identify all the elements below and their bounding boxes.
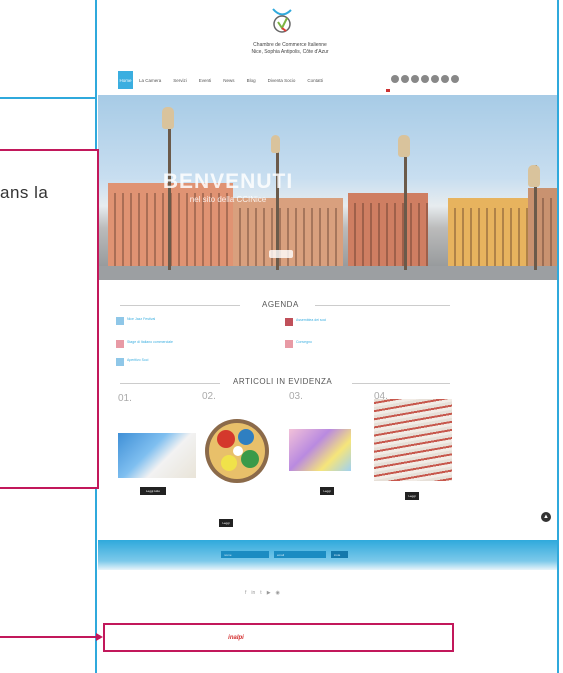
hero-statue (528, 165, 540, 187)
main-nav: Home La Camera Servizi Eventi News Blog … (118, 71, 329, 89)
newsletter-band (98, 540, 557, 570)
article-image-art[interactable] (289, 429, 351, 471)
italian-flag-icon[interactable] (386, 89, 390, 92)
divider (352, 383, 450, 384)
hero-subtitle: nel sito della CCINice (189, 195, 267, 204)
newsletter-name-input[interactable]: nome (221, 551, 269, 558)
nav-item-news[interactable]: News (217, 71, 240, 89)
agenda-item[interactable]: Convegno (285, 340, 416, 348)
hero-building (348, 193, 428, 268)
rss-icon[interactable] (441, 75, 449, 83)
sponsor-logo[interactable] (372, 630, 394, 645)
sponsor-logo[interactable] (138, 630, 160, 645)
scroll-top-icon[interactable]: ▲ (541, 512, 551, 522)
agenda-item-title[interactable]: Aperitivo Soci (127, 358, 247, 366)
article-image-magazines[interactable] (374, 399, 452, 481)
hero-pole (404, 142, 407, 270)
divider (120, 383, 220, 384)
article-read-button[interactable]: Leggi (219, 519, 233, 527)
org-line-2: Nice, Sophia Antipolis, Côte d'Azur (251, 48, 329, 55)
facebook-icon[interactable]: f (245, 591, 246, 596)
agenda-title: AGENDA (262, 300, 299, 309)
sponsor-logo[interactable] (346, 630, 370, 645)
nav-item-home[interactable]: Home (118, 71, 133, 89)
article-read-button[interactable]: Leggi tutto (140, 487, 166, 495)
nav-item-diventa-socio[interactable]: Diventa Socio (262, 71, 302, 89)
hero-building (528, 188, 557, 268)
agenda-item-title[interactable]: Nice Jazz Festival (127, 317, 247, 325)
divider (120, 305, 240, 306)
hero-statue (162, 107, 174, 129)
highlight-arrow-line (0, 636, 100, 638)
article-image-palette[interactable] (204, 401, 270, 501)
calendar-icon (116, 340, 124, 348)
sponsor-logo[interactable] (268, 630, 300, 645)
article-read-button[interactable]: Leggi (405, 492, 419, 500)
articles-title: ARTICOLI IN EVIDENZA (233, 377, 333, 386)
newsletter-email-input[interactable]: email (274, 551, 326, 558)
footer-social: f in t ▶ ◉ (245, 591, 280, 596)
twitter-icon[interactable] (401, 75, 409, 83)
divider (315, 305, 450, 306)
sponsor-logo[interactable] (197, 630, 215, 645)
hero-statue (398, 135, 410, 157)
agenda-item[interactable]: Aperitivo Soci (116, 358, 247, 366)
nav-item-contatti[interactable]: Contatti (301, 71, 329, 89)
linkedin-icon[interactable]: in (251, 591, 255, 596)
youtube-icon[interactable]: ▶ (267, 591, 271, 596)
agenda-item[interactable]: Nice Jazz Festival (116, 317, 247, 325)
article-number: 01. (118, 393, 132, 404)
sponsor-logo[interactable] (426, 630, 446, 645)
mail-icon[interactable] (451, 75, 459, 83)
slider-controls[interactable] (269, 250, 293, 258)
overlay-text: ans la (0, 183, 49, 202)
social-links-top (391, 75, 459, 83)
hero-title: BENVENUTI (162, 170, 294, 193)
newsletter-submit-button[interactable]: invia (331, 551, 348, 558)
nav-item-eventi[interactable]: Eventi (193, 71, 218, 89)
flickr-icon[interactable] (431, 75, 439, 83)
sponsor-logo[interactable] (170, 630, 190, 645)
organization-name: Chambre de Commerce Italienne Nice, Soph… (230, 42, 350, 55)
sponsor-logo[interactable]: inalpi (224, 630, 248, 645)
page-screenshot: Chambre de Commerce Italienne Nice, Soph… (0, 0, 563, 673)
rss-icon[interactable]: ◉ (276, 591, 280, 596)
agenda-item-title[interactable]: Assemblea dei soci (296, 318, 416, 326)
nav-item-la-camera[interactable]: La Camera (133, 71, 167, 89)
sponsor-logo[interactable] (252, 630, 266, 645)
facebook-icon[interactable] (391, 75, 399, 83)
article-image-building[interactable] (118, 433, 196, 478)
sponsor-logo[interactable] (310, 630, 332, 645)
calendar-icon (116, 358, 124, 366)
article-read-button[interactable]: Leggi (320, 487, 334, 495)
nav-item-servizi[interactable]: Servizi (167, 71, 193, 89)
hero-building (448, 198, 528, 268)
agenda-item[interactable]: Assemblea dei soci (285, 318, 416, 326)
hero-square (98, 266, 557, 280)
agenda-item[interactable]: Stage di Italiano commerciale (116, 340, 247, 348)
youtube-icon[interactable] (421, 75, 429, 83)
calendar-icon (116, 317, 124, 325)
hero-statue (271, 135, 280, 153)
calendar-icon (285, 340, 293, 348)
agenda-item-title[interactable]: Convegno (296, 340, 416, 348)
sponsor-logo[interactable] (112, 630, 132, 645)
twitter-icon[interactable]: t (260, 591, 261, 596)
chamber-logo-icon[interactable] (269, 6, 295, 36)
sponsor-logo[interactable] (402, 630, 416, 645)
nav-item-blog[interactable]: Blog (241, 71, 262, 89)
agenda-item-title[interactable]: Stage di Italiano commerciale (127, 340, 247, 348)
calendar-icon (285, 318, 293, 326)
highlight-arrow-head-icon (96, 633, 103, 641)
linkedin-icon[interactable] (411, 75, 419, 83)
frame-connector-line (0, 97, 96, 99)
frame-connector-tick (95, 93, 97, 101)
article-number: 03. (289, 391, 303, 402)
